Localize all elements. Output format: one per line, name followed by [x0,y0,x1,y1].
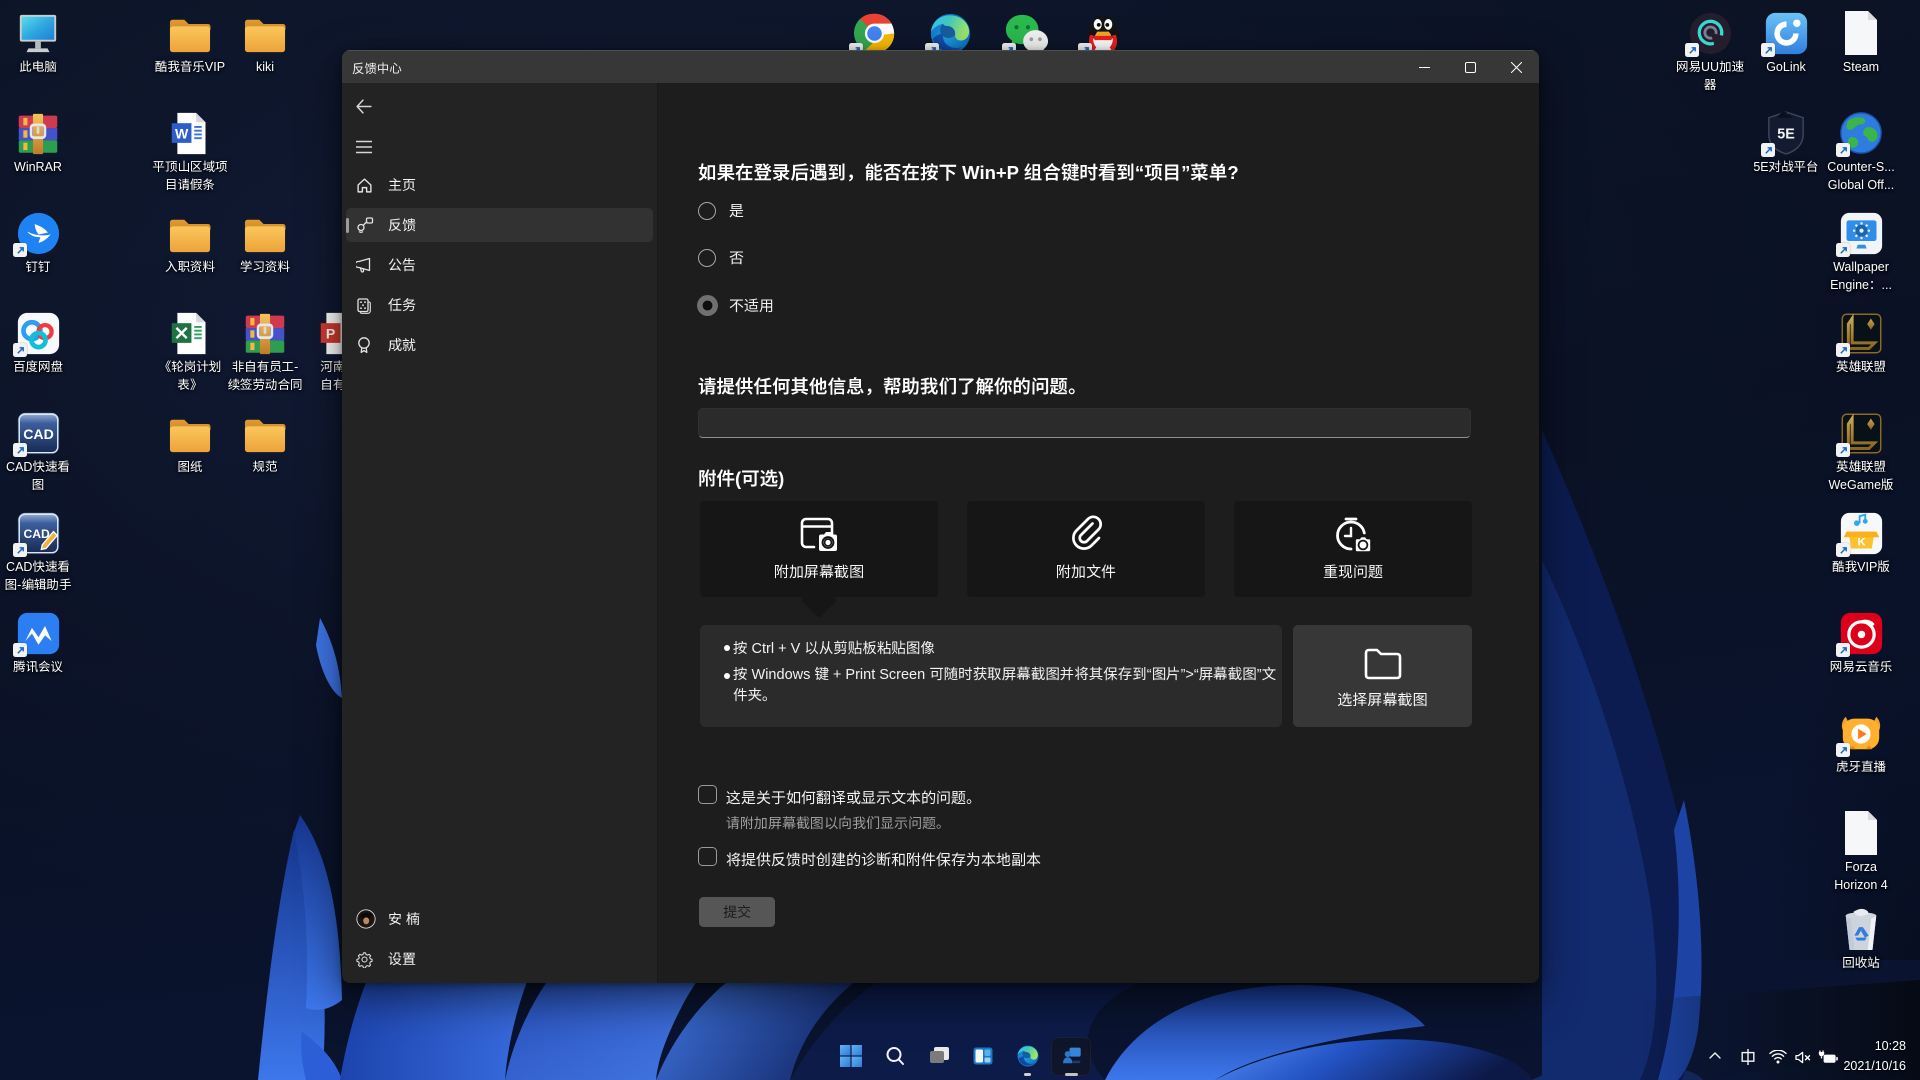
svg-text:W: W [174,126,188,142]
svg-text:CAD: CAD [23,527,50,541]
svg-text:CAD: CAD [23,426,53,442]
svg-text:P: P [325,326,334,342]
svg-text:K: K [1857,537,1866,549]
svg-text:5E: 5E [1777,127,1795,143]
